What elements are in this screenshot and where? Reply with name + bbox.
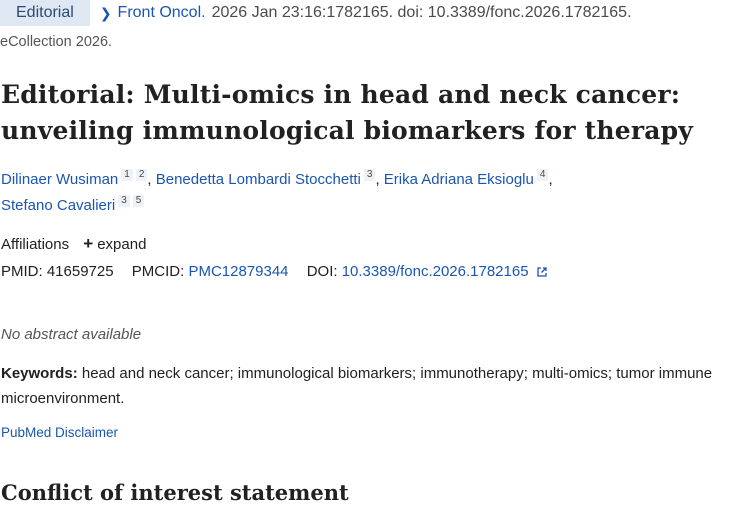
- affiliation-ref[interactable]: 3: [118, 195, 130, 207]
- no-abstract-note: No abstract available: [1, 326, 142, 343]
- pubmed-disclaimer-link[interactable]: PubMed Disclaimer: [1, 425, 118, 440]
- affiliation-ref[interactable]: 5: [132, 195, 145, 207]
- expand-label: expand: [97, 236, 147, 253]
- keywords-text: head and neck cancer; immunological biom…: [1, 365, 713, 407]
- author-list: Dilinaer Wusiman 1 2, Benedetta Lombardi S…: [1, 167, 741, 219]
- citation-bar: Editorial ❯ Front Oncol. 2026 Jan 23:16:…: [0, 0, 632, 26]
- affiliations-row: Affiliations + expand: [1, 234, 146, 255]
- plus-icon: +: [83, 234, 94, 253]
- author-separator: ,: [548, 171, 553, 188]
- keywords-label: Keywords:: [1, 365, 78, 382]
- pmcid-link[interactable]: PMC12879344: [188, 263, 288, 280]
- conflict-of-interest-heading: Conflict of interest statement: [1, 480, 349, 505]
- keywords-block: Keywords: head and neck cancer; immunolo…: [1, 361, 741, 411]
- author-separator: ,: [147, 171, 156, 188]
- author-link[interactable]: Benedetta Lombardi Stocchetti: [156, 171, 361, 188]
- pmcid-label: PMCID:: [131, 263, 185, 280]
- author-separator: ,: [375, 171, 384, 188]
- affiliation-ref[interactable]: 1: [121, 169, 133, 181]
- external-link-icon[interactable]: [537, 267, 547, 277]
- citation-text: 2026 Jan 23:16:1782165. doi: 10.3389/fon…: [211, 4, 632, 21]
- chevron-right-icon: ❯: [99, 4, 112, 21]
- author-link[interactable]: Erika Adriana Eksioglu: [384, 171, 534, 188]
- expand-affiliations-button[interactable]: + expand: [83, 234, 147, 253]
- doi-label: DOI:: [306, 263, 338, 280]
- affiliation-ref[interactable]: 4: [536, 169, 549, 181]
- pmid-value: 41659725: [46, 263, 114, 280]
- author-link[interactable]: Dilinaer Wusiman: [1, 171, 118, 188]
- affiliations-label: Affiliations: [1, 236, 70, 253]
- doi-link[interactable]: 10.3389/fonc.2026.1782165: [342, 263, 529, 280]
- author-link[interactable]: Stefano Cavalieri: [1, 197, 115, 214]
- affiliation-ref[interactable]: 2: [135, 169, 148, 181]
- article-type-badge: Editorial: [0, 0, 90, 26]
- pmid-label: PMID:: [1, 263, 43, 280]
- identifiers-row: PMID: 41659725 PMCID: PMC12879344 DOI: 1…: [1, 262, 547, 282]
- ecollection-text: eCollection 2026.: [0, 34, 113, 50]
- article-title: Editorial: Multi-omics in head and neck …: [1, 80, 694, 145]
- journal-link[interactable]: Front Oncol.: [118, 4, 206, 22]
- affiliation-ref[interactable]: 3: [363, 169, 376, 181]
